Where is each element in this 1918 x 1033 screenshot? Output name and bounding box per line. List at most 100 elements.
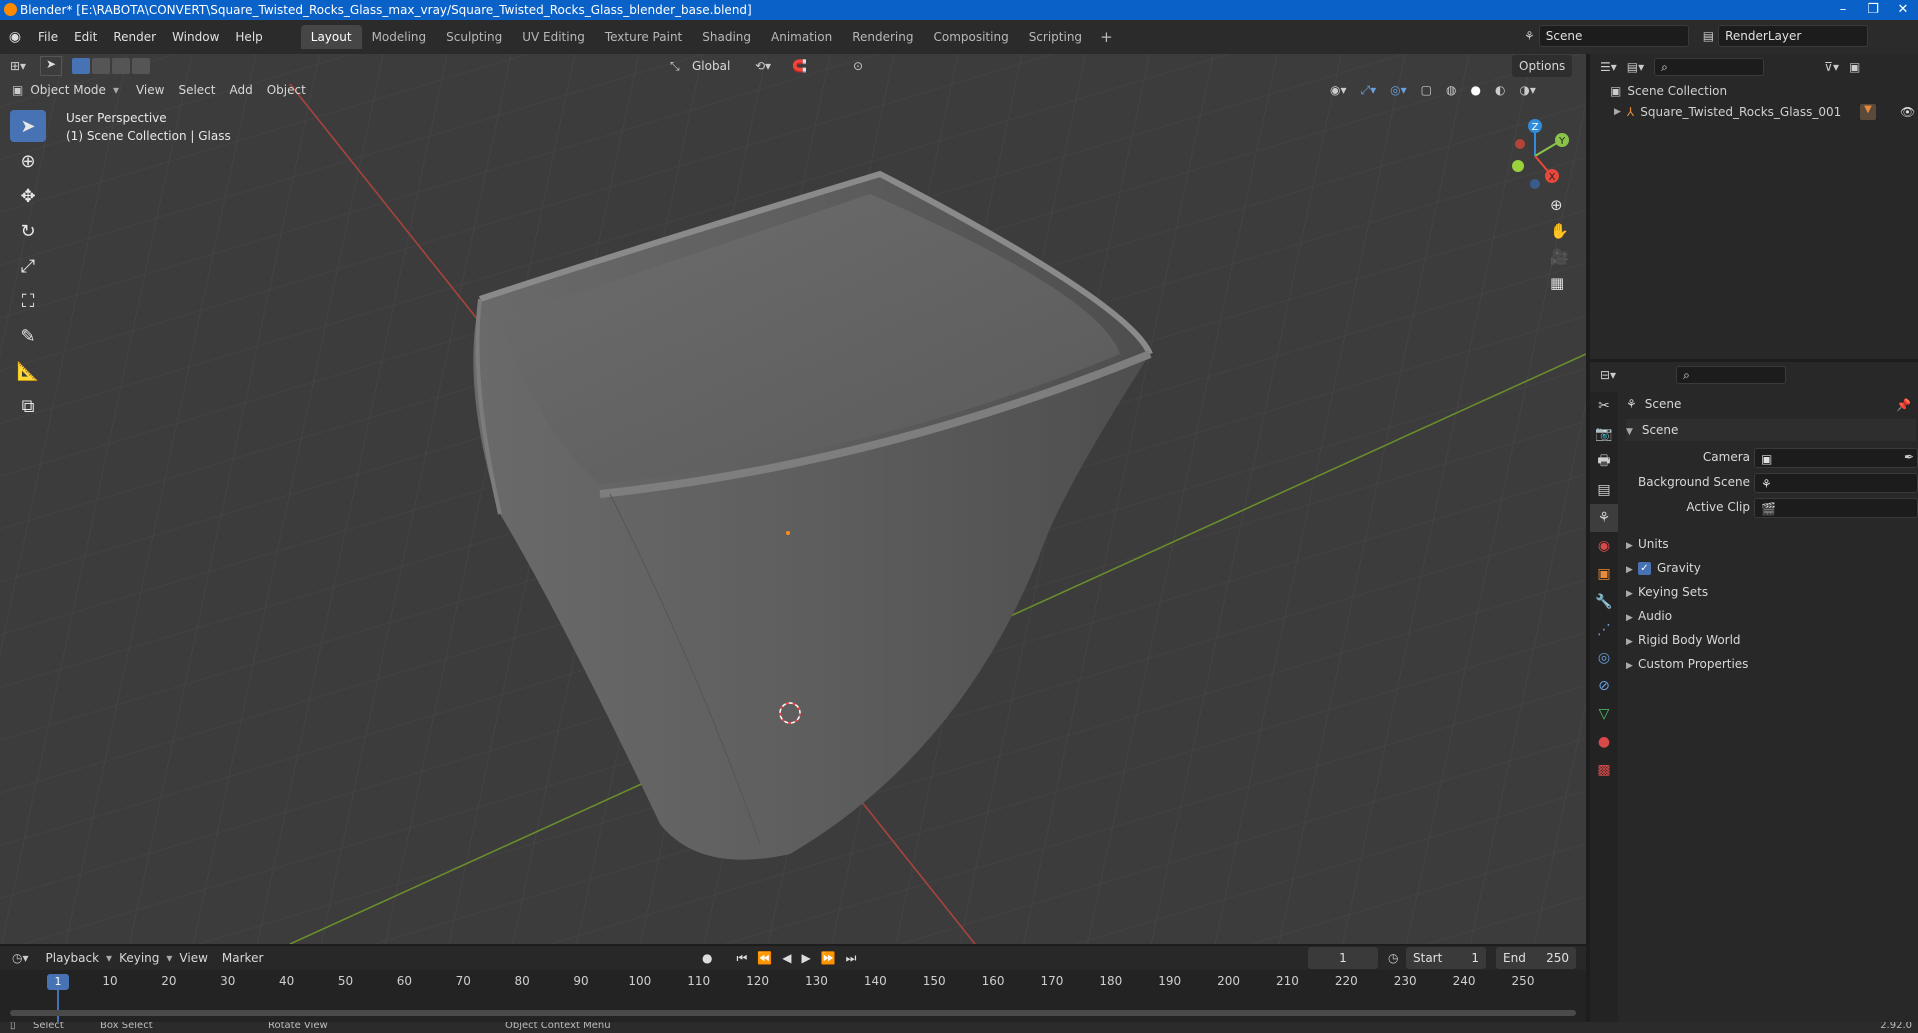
outliner-editor-icon[interactable]: ☰▾	[1600, 60, 1617, 74]
timeline-menu-view[interactable]: View	[172, 947, 214, 969]
object-tab-icon[interactable]: ▣	[1590, 560, 1618, 588]
viewport-menu-object[interactable]: Object	[260, 79, 313, 101]
panel-units[interactable]: ▶ Units	[1626, 533, 1916, 555]
add-workspace-icon[interactable]: +	[1092, 28, 1121, 46]
minimize-icon[interactable]: –	[1828, 0, 1858, 20]
render-tab-icon[interactable]: 📷	[1590, 420, 1618, 448]
properties-search-input[interactable]: ⌕	[1676, 366, 1787, 384]
gravity-checkbox[interactable]: ✓	[1638, 562, 1651, 575]
annotate-tool-icon[interactable]: ✎	[10, 320, 46, 352]
pivot-icon[interactable]: ⟲▾	[755, 59, 771, 73]
panel-keying-sets[interactable]: ▶ Keying Sets	[1626, 581, 1916, 603]
maximize-icon[interactable]: ❐	[1858, 0, 1888, 20]
panel-custom-properties[interactable]: ▶ Custom Properties	[1626, 653, 1916, 675]
view-layer-tab-icon[interactable]: ▤	[1590, 476, 1618, 504]
outliner-root-row[interactable]: ▣ Scene Collection	[1610, 84, 1727, 98]
end-frame-field[interactable]: End 250	[1496, 947, 1576, 969]
preview-range-icon[interactable]: ◷	[1388, 951, 1398, 965]
measure-tool-icon[interactable]: 📐	[10, 355, 46, 387]
3d-viewport[interactable]: ⊞▾ ➤ ⤡ Global ⟲▾ 🧲 ⊙ Options ▣ Object Mo…	[0, 54, 1586, 944]
texture-tab-icon[interactable]: ▩	[1590, 756, 1618, 784]
jump-start-icon[interactable]: ⏮	[736, 951, 747, 966]
panel-rigid-body-world[interactable]: ▶ Rigid Body World	[1626, 629, 1916, 651]
tool-tab-icon[interactable]: ✂	[1590, 392, 1618, 420]
tab-animation[interactable]: Animation	[761, 25, 842, 49]
timeline-editor-icon[interactable]: ◷▾	[12, 951, 29, 965]
output-tab-icon[interactable]: 🖶	[1590, 448, 1618, 476]
menu-file[interactable]: File	[30, 20, 66, 54]
tab-shading[interactable]: Shading	[692, 25, 761, 49]
camera-field[interactable]: ▣	[1754, 448, 1918, 468]
constraints-tab-icon[interactable]: ⊘	[1590, 672, 1618, 700]
editor-type-icon[interactable]: ⊞▾	[10, 59, 26, 73]
tab-layout[interactable]: Layout	[300, 25, 362, 49]
gizmo-toggle-icon[interactable]: ⤢▾	[1361, 83, 1377, 98]
timeline-ruler[interactable]: 10 20 30 40 50 60 70 80 90 100 110 120 130 140 150 160 1…	[0, 970, 1586, 1022]
view-layer-selector[interactable]: RenderLayer	[1718, 25, 1869, 47]
select-tool-icon[interactable]: ➤	[40, 56, 63, 76]
xray-icon[interactable]: ▢	[1421, 83, 1432, 98]
object-data-icon[interactable]: ▼	[1860, 104, 1876, 120]
viewport-menu-view[interactable]: View	[129, 79, 171, 101]
camera-view-icon[interactable]: 🎥	[1550, 248, 1569, 266]
play-icon[interactable]: ▶	[801, 951, 810, 966]
outliner-search-input[interactable]: ⌕	[1654, 58, 1765, 76]
menu-help[interactable]: Help	[227, 20, 270, 54]
next-keyframe-icon[interactable]: ⏩	[821, 951, 836, 966]
blender-menu-icon[interactable]: ◉	[0, 29, 30, 45]
object-data-tab-icon[interactable]: ▽	[1590, 700, 1618, 728]
view-layer-icon[interactable]: ▤	[1703, 29, 1714, 43]
rotate-tool-icon[interactable]: ↻	[10, 215, 46, 247]
tab-texture-paint[interactable]: Texture Paint	[595, 25, 692, 49]
tab-modeling[interactable]: Modeling	[362, 25, 437, 49]
select-box-tool-icon[interactable]: ➤	[10, 110, 46, 142]
timeline-scrollbar[interactable]	[10, 1010, 1576, 1016]
eyedropper-icon[interactable]: ✒	[1904, 450, 1914, 464]
pin-icon[interactable]: 📌	[1896, 398, 1911, 412]
world-tab-icon[interactable]: ◉	[1590, 532, 1618, 560]
cursor-tool-icon[interactable]: ⊕	[10, 145, 46, 177]
filter-icon[interactable]: ⊽▾	[1824, 60, 1839, 74]
modifier-tab-icon[interactable]: 🔧	[1590, 588, 1618, 616]
menu-edit[interactable]: Edit	[66, 20, 105, 54]
tab-compositing[interactable]: Compositing	[923, 25, 1018, 49]
panel-gravity[interactable]: ▶ ✓ Gravity	[1626, 557, 1916, 579]
playhead[interactable]: 1	[47, 974, 69, 990]
viewport-menu-select[interactable]: Select	[171, 79, 222, 101]
timeline-menu-playback[interactable]: Playback	[39, 947, 107, 969]
jump-end-icon[interactable]: ⏭	[846, 951, 857, 966]
expand-arrow-icon[interactable]: ▶	[1614, 107, 1621, 117]
display-mode-icon[interactable]: ▤▾	[1627, 60, 1644, 74]
timeline-menu-marker[interactable]: Marker	[215, 947, 270, 969]
menu-render[interactable]: Render	[105, 20, 164, 54]
prev-keyframe-icon[interactable]: ⏪	[757, 951, 772, 966]
move-tool-icon[interactable]: ✥	[10, 180, 46, 212]
visibility-eye-icon[interactable]: 👁	[1900, 105, 1915, 119]
overlay-toggle-icon[interactable]: ◎▾	[1390, 83, 1407, 98]
scene-tab-icon[interactable]: ⚘	[1590, 504, 1618, 532]
tab-rendering[interactable]: Rendering	[842, 25, 923, 49]
zoom-icon[interactable]: ⊕	[1550, 196, 1569, 214]
close-icon[interactable]: ✕	[1888, 0, 1918, 20]
background-scene-field[interactable]: ⚘	[1754, 473, 1918, 493]
menu-window[interactable]: Window	[164, 20, 227, 54]
transform-orientation-dropdown[interactable]: Global	[685, 55, 737, 77]
particles-tab-icon[interactable]: ⋰	[1590, 616, 1618, 644]
tab-uv-editing[interactable]: UV Editing	[512, 25, 595, 49]
pan-hand-icon[interactable]: ✋	[1550, 222, 1569, 240]
scene-icon[interactable]: ⚘	[1524, 29, 1535, 43]
active-clip-field[interactable]: 🎬	[1754, 498, 1918, 518]
physics-tab-icon[interactable]: ◎	[1590, 644, 1618, 672]
play-reverse-icon[interactable]: ◀	[782, 951, 791, 966]
current-frame-field[interactable]: 1	[1308, 947, 1378, 969]
ortho-grid-icon[interactable]: ▦	[1550, 274, 1569, 292]
mode-dropdown[interactable]: Object Mode	[23, 79, 113, 101]
solid-shading-icon[interactable]: ●	[1470, 83, 1480, 98]
add-cube-tool-icon[interactable]: ⧉	[10, 390, 46, 422]
timeline-menu-keying[interactable]: Keying	[112, 947, 166, 969]
tab-sculpting[interactable]: Sculpting	[436, 25, 512, 49]
panel-audio[interactable]: ▶ Audio	[1626, 605, 1916, 627]
panel-scene-header[interactable]: ▼ Scene	[1626, 419, 1916, 441]
visibility-icon[interactable]: ◉▾	[1330, 83, 1347, 98]
record-icon[interactable]: ●	[702, 951, 712, 966]
